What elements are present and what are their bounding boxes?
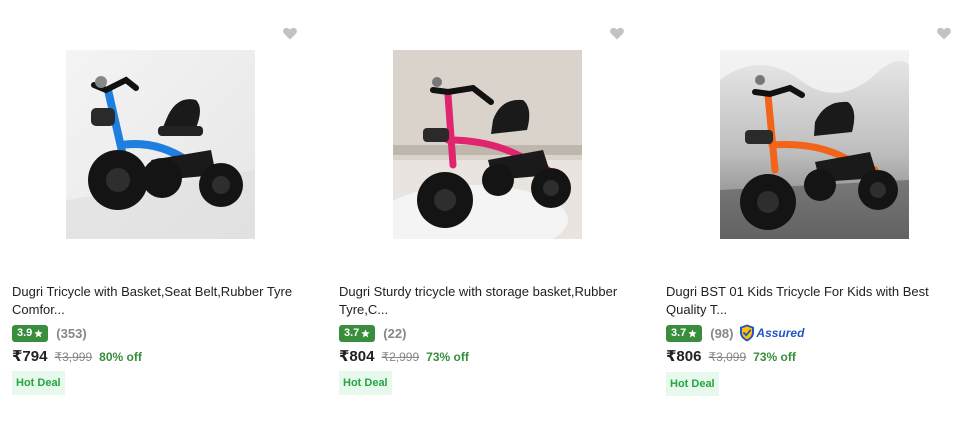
review-count: (353) — [56, 325, 87, 341]
deal-badge: Hot Deal — [339, 371, 392, 395]
discount-percent: 73% off — [426, 350, 469, 364]
assured-badge: Assured — [739, 324, 804, 342]
heart-icon[interactable] — [936, 25, 952, 41]
flipkart-assured-icon — [740, 324, 755, 342]
product-image[interactable] — [720, 50, 909, 239]
rating-value: 3.9 — [17, 326, 33, 339]
star-icon — [688, 328, 697, 337]
rating-value: 3.7 — [671, 326, 687, 339]
tricycle-image — [720, 50, 909, 239]
review-count: (22) — [383, 325, 407, 341]
original-price: ₹2,999 — [381, 350, 420, 364]
deal-badge: Hot Deal — [666, 372, 719, 396]
star-icon — [361, 328, 370, 337]
rating-row: 3.7 (98) Assured — [666, 324, 804, 342]
product-title[interactable]: Dugri BST 01 Kids Tricycle For Kids with… — [666, 283, 964, 319]
rating-badge: 3.9 — [12, 324, 49, 342]
review-count: (98) — [710, 325, 734, 341]
deal-badge: Hot Deal — [12, 371, 65, 395]
discount-percent: 73% off — [753, 350, 796, 364]
discount-percent: 80% off — [99, 350, 142, 364]
product-title[interactable]: Dugri Tricycle with Basket,Seat Belt,Rub… — [12, 283, 312, 319]
price-row: ₹806 ₹3,099 73% off — [666, 347, 796, 365]
selling-price: ₹806 — [666, 348, 702, 365]
tricycle-image — [393, 50, 582, 239]
product-title[interactable]: Dugri Sturdy tricycle with storage baske… — [339, 283, 639, 319]
product-card[interactable]: Dugri BST 01 Kids Tricycle For Kids with… — [654, 0, 964, 430]
rating-value: 3.7 — [344, 326, 360, 339]
price-row: ₹794 ₹3,999 80% off — [12, 347, 142, 365]
product-image[interactable] — [66, 50, 255, 239]
product-card[interactable]: Dugri Sturdy tricycle with storage baske… — [327, 0, 654, 430]
rating-badge: 3.7 — [339, 324, 376, 342]
rating-row: 3.7 (22) — [339, 324, 406, 342]
star-icon — [34, 328, 43, 337]
selling-price: ₹794 — [12, 348, 48, 365]
heart-icon[interactable] — [282, 25, 298, 41]
selling-price: ₹804 — [339, 348, 375, 365]
assured-label: Assured — [756, 326, 805, 340]
original-price: ₹3,999 — [54, 350, 93, 364]
rating-row: 3.9 (353) — [12, 324, 87, 342]
price-row: ₹804 ₹2,999 73% off — [339, 347, 469, 365]
product-card[interactable]: Dugri Tricycle with Basket,Seat Belt,Rub… — [0, 0, 327, 430]
heart-icon[interactable] — [609, 25, 625, 41]
product-image[interactable] — [393, 50, 582, 239]
tricycle-image — [66, 50, 255, 239]
rating-badge: 3.7 — [666, 324, 703, 342]
original-price: ₹3,099 — [708, 350, 747, 364]
